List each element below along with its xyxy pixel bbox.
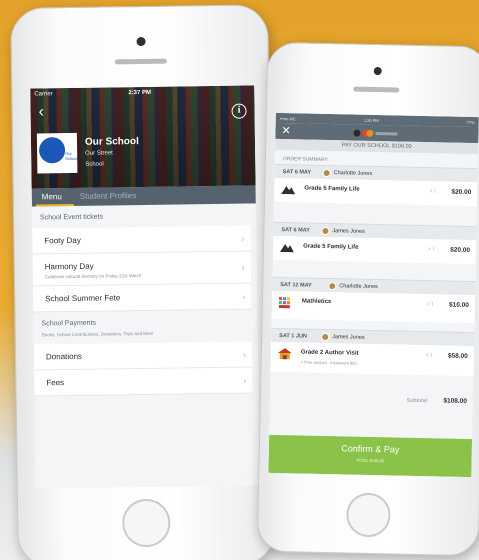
event-item-subtitle: Celebrate cultural diversity on Friday 2… bbox=[44, 273, 142, 280]
logo-text: Our School bbox=[65, 150, 78, 162]
avatar bbox=[322, 168, 331, 178]
chevron-right-icon: › bbox=[242, 291, 246, 302]
speaker-grille bbox=[353, 86, 400, 93]
payments-section-label: School Payments bbox=[41, 319, 97, 328]
order-date: SAT 1 JUN bbox=[279, 333, 307, 340]
avatar bbox=[321, 226, 330, 236]
order-item-qty: x 1 bbox=[426, 352, 433, 359]
mathletics-logo-icon bbox=[278, 297, 291, 309]
order-item-qty: x 1 bbox=[427, 301, 434, 308]
order-item[interactable]: Grade 2 Author Visit + Free amount · Ins… bbox=[270, 341, 475, 377]
subtotal-label: Subtotal bbox=[406, 397, 427, 405]
phone-left: Carrier 2:37 PM ‹ i Our School Our Schoo… bbox=[10, 4, 276, 560]
active-tab-indicator bbox=[35, 203, 74, 207]
payment-item-title: Fees bbox=[46, 378, 65, 388]
order-summary-label: ORDER SUMMARY bbox=[282, 156, 328, 164]
event-section-label: School Event tickets bbox=[39, 213, 104, 222]
order-item[interactable]: Grade 5 Family Life x 1 $20.00 bbox=[274, 177, 478, 207]
student-name: Charlotte Jones bbox=[339, 283, 378, 291]
status-time: 1:20 PM bbox=[363, 117, 379, 124]
payment-item-title: Donations bbox=[45, 351, 83, 362]
mastercard-icon bbox=[366, 129, 374, 137]
order-date: SAT 6 MAY bbox=[282, 169, 312, 176]
front-camera bbox=[373, 66, 382, 76]
subtotal-value: $108.00 bbox=[443, 397, 467, 405]
event-item-title: School Summer Fete bbox=[45, 293, 121, 304]
confirm-pay-button[interactable]: Confirm & Pay TOTAL $108.00 bbox=[268, 434, 473, 478]
order-item-note: + Free amount · Instalment $50 bbox=[300, 359, 357, 366]
status-time: 2:37 PM bbox=[128, 89, 152, 97]
order-item-price: $58.00 bbox=[447, 352, 468, 360]
confirm-pay-label: Confirm & Pay bbox=[341, 443, 400, 455]
order-item-title: Grade 2 Author Visit bbox=[300, 349, 359, 357]
card-logo-icon bbox=[353, 129, 361, 137]
tab-student-profiles[interactable]: Student Profiles bbox=[80, 191, 137, 201]
order-item[interactable]: Mathletics x 1 $10.00 bbox=[271, 290, 476, 324]
info-icon[interactable]: i bbox=[231, 103, 247, 119]
avatar bbox=[321, 332, 330, 342]
home-button[interactable] bbox=[346, 492, 391, 538]
school-header: Carrier 2:37 PM ‹ i Our School Our Schoo… bbox=[30, 85, 256, 189]
student-name: James Jones bbox=[332, 228, 365, 235]
order-date: SAT 12 MAY bbox=[280, 282, 312, 289]
event-item-title: Harmony Day bbox=[44, 261, 94, 272]
order-item-price: $20.00 bbox=[451, 188, 472, 197]
student-name: James Jones bbox=[332, 334, 365, 341]
order-item-title: Grade 5 Family Life bbox=[303, 243, 359, 251]
carrier-label: •••oo MC bbox=[279, 116, 296, 122]
order-item-qty: x 1 bbox=[428, 246, 436, 253]
carrier-label: Carrier bbox=[34, 91, 53, 98]
payments-section-subtitle: Books, School Contributions, Donations, … bbox=[41, 330, 154, 338]
event-item-footy-day[interactable]: Footy Day › bbox=[32, 225, 251, 255]
order-item-price: $10.00 bbox=[448, 301, 469, 310]
payment-cards-logos bbox=[353, 129, 399, 138]
payment-item-donations[interactable]: Donations › bbox=[33, 341, 253, 371]
card-number-bar bbox=[375, 132, 398, 136]
phone-right: •••oo MC 1:20 PM 77% ✕ PAY OUR SCHOOL $1… bbox=[256, 41, 479, 557]
mountain-icon bbox=[281, 186, 296, 195]
speaker-grille bbox=[114, 58, 167, 65]
school-logo: Our School bbox=[36, 132, 78, 174]
chevron-right-icon: › bbox=[241, 262, 245, 273]
order-item-title: Grade 5 Family Life bbox=[304, 185, 360, 193]
event-item-title: Footy Day bbox=[44, 235, 81, 246]
checkout-screen: •••oo MC 1:20 PM 77% ✕ PAY OUR SCHOOL $1… bbox=[268, 112, 479, 478]
chevron-right-icon: › bbox=[243, 375, 247, 386]
event-item-summer-fete[interactable]: School Summer Fete › bbox=[32, 283, 252, 313]
student-name: Charlotte Jones bbox=[333, 170, 373, 177]
tab-bar: Menu Student Profiles bbox=[31, 185, 256, 207]
battery-level: 77% bbox=[466, 119, 475, 126]
order-date: SAT 6 MAY bbox=[281, 227, 310, 234]
chevron-right-icon: › bbox=[242, 349, 247, 360]
avatar bbox=[328, 282, 337, 291]
front-camera bbox=[136, 36, 146, 47]
order-item[interactable]: Grade 5 Family Life x 1 $20.00 bbox=[272, 235, 477, 265]
chevron-right-icon: › bbox=[241, 233, 245, 244]
event-item-harmony-day[interactable]: Harmony Day Celebrate cultural diversity… bbox=[32, 251, 251, 287]
confirm-total: TOTAL $108.00 bbox=[356, 457, 385, 464]
mountain-icon bbox=[279, 244, 294, 253]
author-visit-icon bbox=[277, 348, 292, 360]
payment-item-fees[interactable]: Fees › bbox=[34, 367, 253, 397]
school-menu-screen: Carrier 2:37 PM ‹ i Our School Our Schoo… bbox=[30, 85, 260, 489]
status-bar: Carrier 2:37 PM bbox=[30, 85, 254, 100]
order-item-price: $20.00 bbox=[450, 246, 471, 255]
close-icon[interactable]: ✕ bbox=[281, 124, 290, 137]
back-arrow-icon[interactable]: ‹ bbox=[38, 103, 44, 120]
school-name: Our School bbox=[84, 136, 139, 148]
order-item-qty: x 1 bbox=[429, 188, 437, 195]
school-type: School bbox=[85, 161, 104, 168]
order-item-title: Mathletics bbox=[301, 298, 332, 306]
apple-logo-icon bbox=[38, 137, 66, 164]
home-button[interactable] bbox=[121, 498, 171, 548]
tab-menu[interactable]: Menu bbox=[42, 192, 62, 201]
school-street: Our Street bbox=[85, 150, 113, 157]
